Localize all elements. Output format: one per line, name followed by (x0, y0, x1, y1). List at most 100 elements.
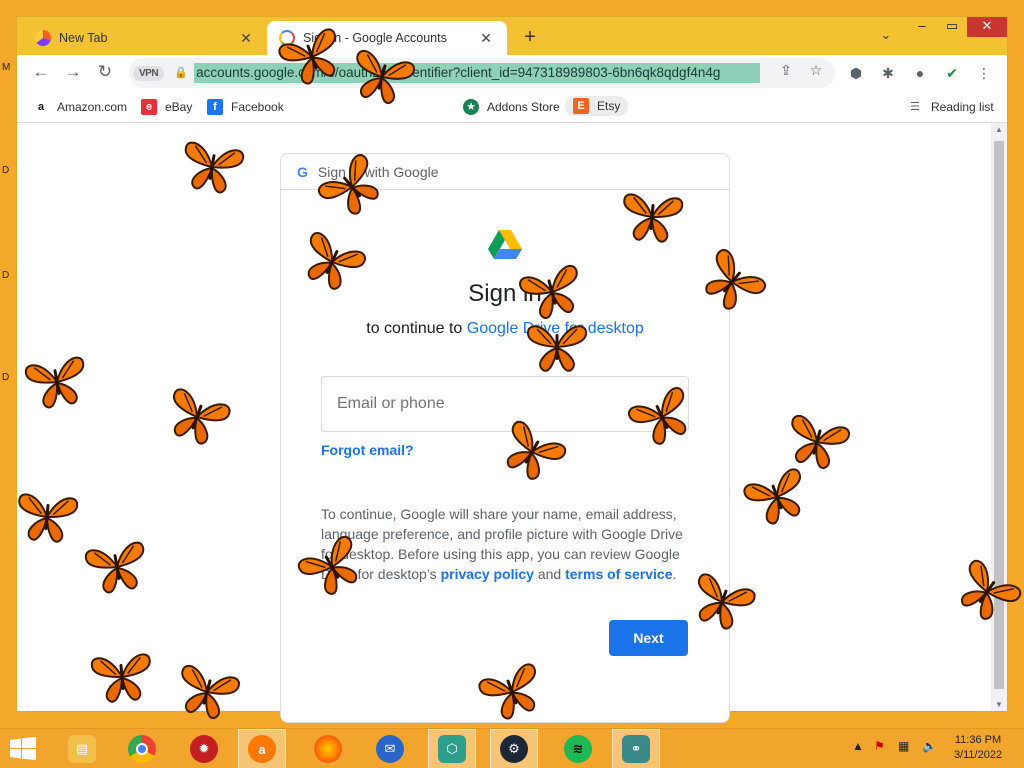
avast-button[interactable]: a (238, 729, 286, 768)
scroll-up-icon[interactable]: ▲ (991, 125, 1007, 134)
desktop-icon-label: D (2, 372, 10, 383)
reading-list-label: Reading list (931, 100, 994, 114)
new-tab-favicon-icon (35, 30, 51, 46)
privacy-policy-link[interactable]: privacy policy (441, 566, 534, 582)
secure-app-icon: ⬡ (438, 735, 466, 763)
minimize-button[interactable]: – (907, 17, 937, 37)
tab-strip: New Tab ✕ Sign in - Google Accounts ✕ + … (17, 17, 1007, 55)
bookmark-addons-store[interactable]: ★ Addons Store (463, 99, 560, 115)
desktop-icon-label: M (2, 62, 11, 73)
network-app-icon: ⚭ (622, 735, 650, 763)
card-header: G Sign in with Google (281, 154, 729, 190)
chrome-icon (128, 735, 156, 763)
tab-sign-in[interactable]: Sign in - Google Accounts ✕ (267, 21, 507, 55)
google-drive-logo-icon (488, 230, 522, 259)
page-scrollbar[interactable]: ▲ ▼ (991, 123, 1007, 711)
clock-date: 3/11/2022 (953, 749, 1003, 761)
bookmark-ebay[interactable]: e eBay (141, 99, 192, 115)
show-hidden-icons-icon[interactable]: ▲ (852, 739, 864, 753)
clock-time: 11:36 PM (954, 734, 1002, 746)
lock-icon[interactable]: 🔒 (174, 66, 188, 80)
close-window-button[interactable]: ✕ (967, 17, 1007, 37)
card-header-title: Sign in with Google (317, 163, 439, 180)
new-tab-button[interactable]: + (517, 25, 543, 51)
browser-window: New Tab ✕ Sign in - Google Accounts ✕ + … (16, 16, 1008, 723)
spotify-button[interactable]: ≋ (554, 729, 602, 768)
bookmark-label: Facebook (231, 100, 284, 114)
bookmarks-bar: a Amazon.com e eBay f Facebook ★ Addons … (17, 91, 1007, 123)
forgot-email-link[interactable]: Forgot email? (321, 442, 414, 458)
email-field[interactable] (321, 376, 689, 432)
bookmark-label: eBay (165, 100, 193, 114)
facebook-icon: f (207, 99, 223, 115)
maximize-button[interactable]: ▭ (937, 17, 967, 37)
app-name-link[interactable]: Google Drive for desktop (467, 320, 644, 337)
file-explorer-button[interactable]: ▤ (58, 729, 106, 768)
scroll-down-icon[interactable]: ▼ (991, 700, 1007, 709)
red-app-button[interactable]: ✹ (180, 729, 228, 768)
notice-period: . (672, 566, 677, 582)
bookmark-amazon[interactable]: a Amazon.com (33, 99, 127, 115)
notice-and: and (533, 566, 566, 582)
desktop-icon-label: D (2, 165, 10, 176)
scrollbar-thumb[interactable] (994, 141, 1004, 689)
thunderbird-button[interactable]: ✉ (366, 729, 414, 768)
browser-toolbar: ← → ↻ VPN 🔒 accounts.google.com/o/oauth2… (17, 55, 1007, 91)
google-g-icon: G (297, 163, 308, 180)
bookmark-label: Etsy (597, 99, 621, 113)
star-icon[interactable]: ☆ (805, 62, 827, 79)
addons-icon: ★ (463, 99, 479, 115)
bookmark-etsy[interactable]: E Etsy (565, 96, 629, 116)
system-clock[interactable]: 11:36 PM 3/11/2022 (948, 733, 1008, 763)
bookmark-label: Addons Store (487, 100, 560, 114)
spotify-icon: ≋ (564, 735, 592, 763)
terms-of-service-link[interactable]: terms of service (565, 566, 672, 582)
tab-search-button[interactable]: ⌄ (875, 27, 897, 43)
page-title: Sign in (468, 280, 542, 307)
amazon-icon: a (33, 99, 49, 115)
thunderbird-icon: ✉ (376, 735, 404, 763)
reading-list-button[interactable]: ☰ Reading list (907, 99, 994, 115)
tab-title: Sign in - Google Accounts (303, 31, 447, 45)
file-explorer-icon: ▤ (68, 735, 96, 763)
address-bar[interactable]: VPN 🔒 accounts.google.com/o/oauth2/v2/id… (129, 58, 835, 88)
google-favicon-icon (279, 30, 295, 46)
taskbar: ▤ ✹ a ✉ ⬡ ⚙ ≋ ⚭ ▲ ⚑ ▦ 🔈 11:36 PM 3/11/20… (0, 728, 1024, 768)
share-icon[interactable]: ⇪ (775, 62, 797, 79)
bookmark-facebook[interactable]: f Facebook (207, 99, 284, 115)
url-text[interactable]: accounts.google.com/o/oauth2/v2/identifi… (194, 63, 761, 83)
extensions-icon[interactable]: ✱ (877, 63, 899, 85)
tab-new-tab[interactable]: New Tab ✕ (23, 21, 267, 55)
chrome-button[interactable] (118, 729, 166, 768)
adblock-icon[interactable]: ⬢ (845, 63, 867, 85)
volume-icon[interactable]: 🔈 (922, 739, 937, 753)
signin-subheading: to continue to Google Drive for desktop (281, 320, 729, 338)
close-tab-icon[interactable]: ✕ (477, 30, 495, 47)
profile-icon[interactable]: ● (909, 63, 931, 85)
steam-icon: ⚙ (500, 735, 528, 763)
subheading-prefix: to continue to (366, 320, 467, 337)
back-button[interactable]: ← (29, 61, 53, 85)
firefox-icon (314, 735, 342, 763)
firefox-button[interactable] (304, 729, 352, 768)
ebay-icon: e (141, 99, 157, 115)
steam-button[interactable]: ⚙ (490, 729, 538, 768)
secure-app-button[interactable]: ⬡ (428, 729, 476, 768)
reload-button[interactable]: ↻ (93, 61, 117, 85)
forward-button[interactable]: → (61, 61, 85, 85)
windows-start-icon[interactable] (10, 737, 36, 761)
shield-icon[interactable]: ✔ (941, 63, 963, 85)
app-red-icon: ✹ (190, 735, 218, 763)
vpn-badge[interactable]: VPN (133, 65, 165, 81)
avast-icon: a (248, 735, 276, 763)
desktop-icon-label: D (2, 270, 10, 281)
network-app-button[interactable]: ⚭ (612, 729, 660, 768)
menu-icon[interactable]: ⋮ (973, 63, 995, 85)
action-center-icon[interactable]: ⚑ (874, 739, 885, 753)
etsy-icon: E (573, 98, 589, 114)
tab-title: New Tab (59, 31, 108, 45)
network-icon[interactable]: ▦ (898, 739, 909, 753)
bookmark-label: Amazon.com (57, 100, 128, 114)
close-tab-icon[interactable]: ✕ (237, 30, 255, 47)
next-button[interactable]: Next (609, 620, 688, 656)
